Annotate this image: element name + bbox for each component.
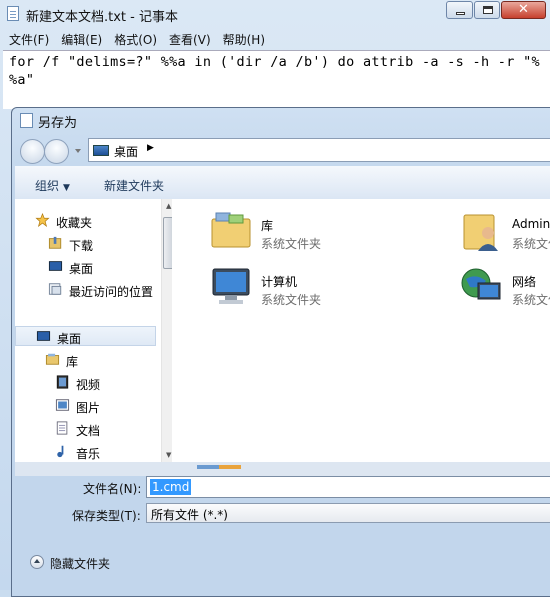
chevron-right-icon[interactable]: ▶ <box>147 143 154 153</box>
desktop-icon <box>48 261 63 271</box>
network-icon <box>461 268 501 300</box>
dialog-title: 另存为 <box>38 116 78 131</box>
item-type: 系统文件夹 <box>261 237 322 251</box>
menu-view[interactable]: 查看(V) <box>163 31 217 48</box>
maximize-button[interactable] <box>474 1 500 19</box>
menu-help[interactable]: 帮助(H) <box>217 31 271 48</box>
nav-label-desktop-favorite: 桌面 <box>69 262 94 276</box>
navigation-pane: 收藏夹 下载 桌面 最近访问的位置 桌面 库 视频 图片 文档 音乐 ▲ ▼ <box>15 199 172 462</box>
desktop-icon <box>93 145 109 156</box>
list-item-computer[interactable]: 计算机 系统文件夹 <box>209 265 429 315</box>
collapse-icon <box>30 555 44 569</box>
nav-label-downloads: 下载 <box>69 239 94 253</box>
minimize-button[interactable] <box>446 1 473 19</box>
desktop-icon <box>36 331 51 341</box>
partial-item-thumbnail <box>197 465 241 469</box>
video-icon <box>56 375 69 389</box>
minimize-icon <box>456 12 465 15</box>
filetype-select[interactable]: 所有文件 (*.*) <box>146 503 550 523</box>
filename-value: 1.cmd <box>150 479 192 495</box>
menu-edit[interactable]: 编辑(E) <box>55 31 108 48</box>
hide-folders-label: 隐藏文件夹 <box>50 557 111 571</box>
item-type: 系统文件夹 <box>261 293 322 307</box>
nav-buttons <box>20 139 76 165</box>
chevron-down-icon: ▼ <box>63 183 70 193</box>
item-type: 系统文件夹 <box>512 237 550 251</box>
item-name: 库 <box>261 219 274 233</box>
close-icon: ✕ <box>518 2 529 17</box>
nav-item-recent-places[interactable]: 最近访问的位置 <box>15 280 159 300</box>
nav-label-music: 音乐 <box>76 447 101 461</box>
notepad-icon <box>7 6 19 21</box>
address-bar[interactable]: 桌面 ▶ <box>88 138 550 162</box>
nav-item-favorites[interactable]: 收藏夹 <box>15 211 159 231</box>
library-icon <box>45 353 60 365</box>
scroll-down-icon[interactable]: ▼ <box>166 451 171 459</box>
item-name: 计算机 <box>261 275 298 289</box>
save-as-dialog: 另存为 桌面 ▶ 组织 ▼ 新建文件夹 收藏夹 下载 桌面 最近访问的位置 桌面… <box>11 107 550 597</box>
item-type: 系统文件夹 <box>512 293 550 307</box>
organize-button[interactable]: 组织 ▼ <box>35 177 70 194</box>
item-name: Administ <box>512 217 550 231</box>
nav-label-library: 库 <box>66 355 79 369</box>
nav-label-videos: 视频 <box>76 378 101 392</box>
nav-item-documents[interactable]: 文档 <box>15 419 159 439</box>
user-folder-icon <box>463 214 498 251</box>
nav-item-desktop[interactable]: 桌面 <box>15 326 156 346</box>
recent-places-icon <box>48 283 62 295</box>
notepad-text-area[interactable]: for /f "delims=?" %%a in ('dir /a /b') d… <box>3 50 550 109</box>
file-list: 库 系统文件夹 Administ 系统文件夹 计算机 <box>175 199 550 462</box>
picture-icon <box>55 399 70 411</box>
list-item-user[interactable]: Administ 系统文件夹 <box>460 209 550 259</box>
text-line-1: for /f "delims=?" %%a in ('dir /a /b') d… <box>9 54 540 70</box>
nav-scrollbar[interactable]: ▲ ▼ <box>161 199 172 462</box>
list-item-library[interactable]: 库 系统文件夹 <box>209 209 429 259</box>
scroll-up-icon[interactable]: ▲ <box>166 202 171 210</box>
close-button[interactable]: ✕ <box>501 1 546 19</box>
back-button[interactable] <box>20 139 45 164</box>
new-folder-button[interactable]: 新建文件夹 <box>104 177 164 194</box>
computer-icon <box>212 268 250 304</box>
document-icon <box>56 421 68 435</box>
star-icon <box>35 213 50 227</box>
menu-file[interactable]: 文件(F) <box>3 31 55 48</box>
nav-label-documents: 文档 <box>76 424 101 438</box>
nav-label-recent-places: 最近访问的位置 <box>69 285 154 299</box>
window-caption-buttons: ✕ <box>445 1 546 19</box>
library-folder-icon <box>211 212 251 248</box>
text-line-2: %a" <box>9 72 35 88</box>
forward-button[interactable] <box>44 139 69 164</box>
address-location: 桌面 <box>114 145 139 159</box>
filetype-value: 所有文件 (*.*) <box>151 508 228 522</box>
nav-label-favorites: 收藏夹 <box>56 216 93 230</box>
dialog-body: 收藏夹 下载 桌面 最近访问的位置 桌面 库 视频 图片 文档 音乐 ▲ ▼ 库… <box>15 199 550 462</box>
filetype-label: 保存类型(T): <box>72 509 141 523</box>
filename-input[interactable]: 1.cmd <box>146 476 550 498</box>
nav-item-library[interactable]: 库 <box>15 350 159 370</box>
nav-label-pictures: 图片 <box>76 401 101 415</box>
nav-label-desktop: 桌面 <box>57 332 82 346</box>
maximize-icon <box>483 6 493 14</box>
menu-format[interactable]: 格式(O) <box>108 31 163 48</box>
nav-item-pictures[interactable]: 图片 <box>15 396 159 416</box>
list-item-network[interactable]: 网络 系统文件夹 <box>460 265 550 315</box>
nav-item-desktop-favorite[interactable]: 桌面 <box>15 257 159 277</box>
nav-item-music[interactable]: 音乐 <box>15 442 159 462</box>
notepad-title: 新建文本文档.txt - 记事本 <box>26 10 178 25</box>
music-icon <box>57 445 64 458</box>
nav-item-videos[interactable]: 视频 <box>15 373 159 393</box>
notepad-title-bar[interactable]: 新建文本文档.txt - 记事本 ✕ <box>0 0 550 28</box>
command-bar: 组织 ▼ 新建文件夹 <box>15 166 550 200</box>
scrollbar-thumb[interactable] <box>163 217 172 269</box>
horizontal-scroll-area[interactable] <box>15 462 550 476</box>
recent-pages-dropdown-icon[interactable] <box>75 149 81 153</box>
nav-item-downloads[interactable]: 下载 <box>15 234 159 254</box>
downloads-folder-icon <box>48 236 62 249</box>
filename-label: 文件名(N): <box>83 482 142 496</box>
item-name: 网络 <box>512 275 537 289</box>
dialog-icon <box>20 113 33 128</box>
organize-label: 组织 <box>35 179 60 193</box>
notepad-menu-bar: 文件(F) 编辑(E) 格式(O) 查看(V) 帮助(H) <box>3 31 271 48</box>
